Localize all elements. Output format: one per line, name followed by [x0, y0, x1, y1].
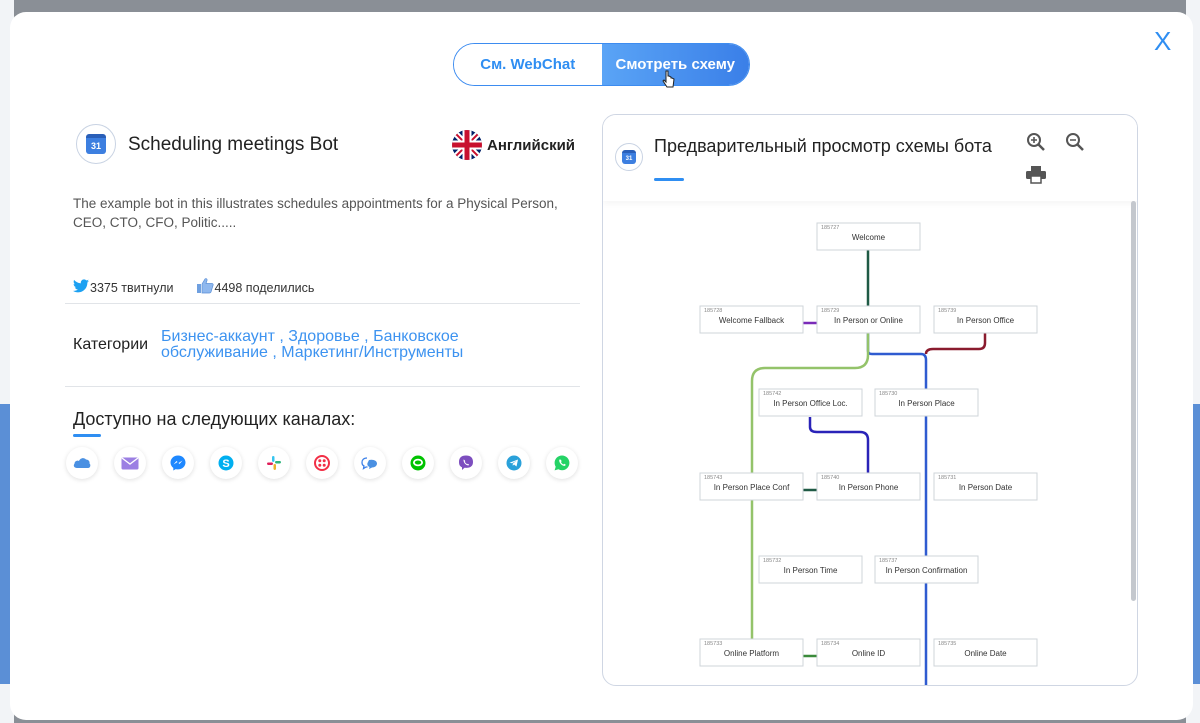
- bot-description: The example bot in this illustrates sche…: [73, 196, 558, 230]
- whatsapp-channel-icon[interactable]: [546, 447, 578, 479]
- slack-channel-icon[interactable]: [258, 447, 290, 479]
- skype-channel-icon[interactable]: S: [210, 447, 242, 479]
- tweet-count: 3375 твитнули: [90, 280, 174, 295]
- scheme-node-id: 185739: [938, 308, 956, 314]
- scheme-preview-panel: 185727 Welcome 185728 Welcome Fallback 18572…: [602, 114, 1138, 686]
- svg-text:S: S: [222, 458, 229, 470]
- scheme-node-id: 185733: [704, 641, 722, 647]
- scheme-node-label: Welcome: [852, 233, 886, 242]
- scheme-node-id: 185728: [704, 308, 722, 314]
- language-indicator: Английский: [452, 130, 575, 160]
- bot-details-modal: X См. WebChat Смотреть схему 31 Scheduli…: [10, 12, 1193, 720]
- scheme-node-id: 185729: [821, 308, 839, 314]
- connector: [808, 417, 870, 473]
- share-count: 4498 поделились: [214, 280, 315, 295]
- title-accent: [73, 434, 101, 437]
- categories-label: Категории: [73, 336, 149, 353]
- bot-calendar-icon: 31: [76, 124, 116, 164]
- scheme-node-label: In Person Place Conf: [714, 483, 790, 492]
- scheme-node[interactable]: 185733Online Platform: [699, 638, 804, 667]
- scheme-node[interactable]: 185729 In Person or Online: [816, 305, 921, 334]
- zoom-out-button[interactable]: [1064, 131, 1086, 158]
- webchat-channel-icon[interactable]: [354, 447, 386, 479]
- scheme-node-id: 185743: [704, 475, 722, 481]
- view-toggle: См. WebChat Смотреть схему: [453, 43, 750, 86]
- channels-title: Доступно на следующих каналах:: [73, 409, 356, 429]
- scheme-node-id: 185727: [821, 225, 839, 231]
- scheme-node[interactable]: 185739In Person Office: [933, 305, 1038, 334]
- scheme-node-label: In Person Phone: [839, 483, 899, 492]
- scheme-node[interactable]: 185737 In Person Confirmation: [874, 555, 979, 584]
- scheme-node-id: 185732: [763, 558, 781, 564]
- twitter-icon: [73, 279, 89, 296]
- scheme-node[interactable]: 185728 Welcome Fallback: [699, 305, 804, 334]
- scheme-node-id: 185734: [821, 641, 839, 647]
- language-label: Английский: [487, 136, 576, 154]
- categories-links[interactable]: Бизнес-аккаунт , Здоровье , Банковское о…: [161, 329, 521, 361]
- print-button[interactable]: [1025, 165, 1047, 190]
- email-channel-icon[interactable]: [114, 447, 146, 479]
- connector: [866, 333, 928, 685]
- scheme-node-label: In Person Time: [784, 566, 838, 575]
- preview-title: Предварительный просмотр схемы бота: [654, 136, 992, 156]
- bot-title: Scheduling meetings Bot: [128, 134, 339, 155]
- scheme-node-label: Welcome Fallback: [719, 316, 785, 325]
- channel-list: S: [66, 447, 594, 479]
- twilio-channel-icon[interactable]: [306, 447, 338, 479]
- preview-scrollbar[interactable]: [1131, 201, 1136, 601]
- scheme-node-label: In Person Office: [957, 316, 1015, 325]
- divider: [65, 386, 580, 387]
- scheme-node-id: 185731: [938, 475, 956, 481]
- messenger-channel-icon[interactable]: [162, 447, 194, 479]
- bot-calendar-icon: 31: [615, 143, 643, 171]
- scheme-node-label: Online Date: [964, 649, 1007, 658]
- scheme-node[interactable]: 185735 Online Date: [933, 638, 1038, 667]
- close-button[interactable]: X: [1154, 28, 1171, 54]
- line-channel-icon[interactable]: [402, 447, 434, 479]
- zoom-in-button[interactable]: [1025, 131, 1047, 158]
- divider: [65, 303, 580, 304]
- preview-header: 31 Предварительный просмотр схемы бота: [603, 115, 1137, 201]
- scheme-node[interactable]: 185742 In Person Office Loc.: [758, 388, 863, 417]
- share-stat[interactable]: 4498 поделились: [196, 278, 315, 297]
- telegram-channel-icon[interactable]: [498, 447, 530, 479]
- tab-webchat[interactable]: См. WebChat: [454, 44, 602, 85]
- scheme-node-id: 185730: [879, 391, 897, 397]
- scheme-node[interactable]: 185743 In Person Place Conf: [699, 472, 804, 501]
- connector: [924, 333, 987, 355]
- tweet-stat[interactable]: 3375 твитнули: [73, 279, 174, 296]
- scheme-node-label: In Person Date: [959, 483, 1013, 492]
- scheme-node[interactable]: 185734 Online ID: [816, 638, 921, 667]
- scheme-node-id: 185735: [938, 641, 956, 647]
- viber-channel-icon[interactable]: [450, 447, 482, 479]
- scheme-node-label: In Person or Online: [834, 316, 903, 325]
- scheme-node-id: 185737: [879, 558, 897, 564]
- scheme-node[interactable]: 185732In Person Time: [758, 555, 863, 584]
- scheme-node[interactable]: 185740In Person Phone: [816, 472, 921, 501]
- background-card-left: [0, 404, 10, 684]
- scheme-node-id: 185742: [763, 391, 781, 397]
- scheme-node-label: In Person Office Loc.: [773, 399, 848, 408]
- thumbs-up-icon: [196, 278, 214, 297]
- scheme-node-label: In Person Confirmation: [886, 566, 968, 575]
- scheme-node-label: Online Platform: [724, 649, 779, 658]
- social-stats: 3375 твитнули 4498 поделились: [73, 278, 336, 297]
- scheme-node[interactable]: 185731In Person Date: [933, 472, 1038, 501]
- scheme-node-label: In Person Place: [898, 399, 955, 408]
- scheme-node-id: 185740: [821, 475, 839, 481]
- scheme-node-label: Online ID: [852, 649, 886, 658]
- scheme-node[interactable]: 185727 Welcome: [816, 222, 921, 251]
- title-accent: [654, 178, 684, 181]
- uk-flag-icon: [452, 130, 482, 160]
- cloud-channel-icon[interactable]: [66, 447, 98, 479]
- pointer-cursor-icon: [662, 70, 676, 93]
- scheme-node[interactable]: 185730In Person Place: [874, 388, 979, 417]
